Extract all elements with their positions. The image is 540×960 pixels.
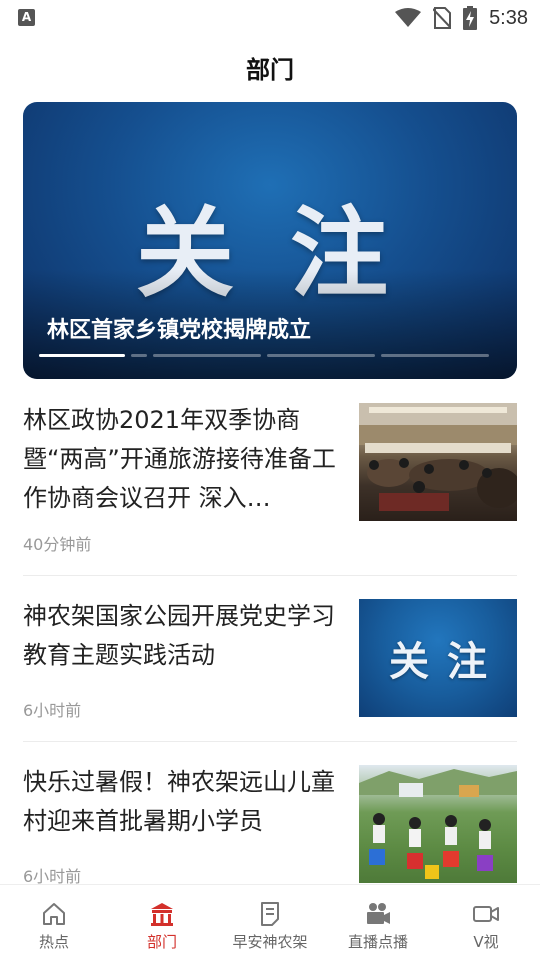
home-icon bbox=[43, 903, 65, 925]
document-icon bbox=[261, 902, 279, 926]
banner-caption: 林区首家乡镇党校揭牌成立 bbox=[47, 318, 312, 343]
nav-item-hot[interactable]: 热点 bbox=[0, 885, 108, 960]
nav-item-vvideo[interactable]: V视 bbox=[432, 885, 540, 960]
nav-item-live[interactable]: 直播点播 bbox=[324, 885, 432, 960]
news-thumbnail bbox=[359, 403, 517, 521]
news-thumbnail bbox=[359, 765, 517, 883]
nav-label: 部门 bbox=[146, 933, 177, 951]
banner-dot bbox=[381, 354, 489, 357]
news-thumbnail: 关注 bbox=[359, 599, 517, 717]
banner-carousel[interactable]: 关注 林区首家乡镇党校揭牌成立 bbox=[23, 102, 517, 379]
news-title: 快乐过暑假！神农架远山儿童村迎来首批暑期小学员 bbox=[23, 768, 335, 835]
news-time: 6小时前 bbox=[23, 701, 82, 720]
status-icons: 5:38 bbox=[395, 6, 528, 30]
nav-item-department[interactable]: 部门 bbox=[108, 885, 216, 960]
page-title: 部门 bbox=[246, 56, 294, 84]
banner-indicator bbox=[39, 354, 489, 357]
outdoor-photo bbox=[359, 769, 517, 879]
video-camera-icon bbox=[367, 903, 390, 924]
banner-dot bbox=[153, 354, 261, 357]
news-title: 神农架国家公园开展党史学习教育主题实践活动 bbox=[23, 602, 335, 669]
nav-label: 直播点播 bbox=[347, 933, 408, 951]
banner-dot bbox=[267, 354, 375, 357]
banner-dot bbox=[39, 354, 125, 357]
divider bbox=[23, 575, 517, 576]
video-icon bbox=[473, 906, 499, 922]
battery-charging-icon bbox=[463, 6, 478, 30]
wifi-icon bbox=[395, 8, 422, 27]
banner-dot bbox=[131, 354, 147, 357]
nav-label: 早安神农架 bbox=[232, 933, 308, 951]
nav-label: V视 bbox=[473, 933, 499, 951]
news-item[interactable]: 神农架国家公园开展党史学习教育主题实践活动 6小时前 关注 bbox=[0, 597, 540, 763]
divider bbox=[23, 741, 517, 742]
status-time: 5:38 bbox=[489, 6, 528, 29]
nav-label: 热点 bbox=[38, 933, 69, 951]
meeting-photo bbox=[359, 403, 517, 511]
thumbnail-text: 关注 bbox=[389, 639, 505, 685]
news-title: 林区政协2021年双季协商暨“两高”开通旅游接待准备工作协商会议召开 深入… bbox=[23, 406, 336, 512]
notification-icon: A bbox=[18, 9, 35, 26]
news-time: 40分钟前 bbox=[23, 535, 92, 554]
bottom-nav: 热点 部门 早安神农架 直播点播 V视 bbox=[0, 884, 540, 960]
no-sim-icon bbox=[433, 7, 452, 29]
status-bar: A 5:38 bbox=[0, 0, 540, 36]
nav-item-morning[interactable]: 早安神农架 bbox=[216, 885, 324, 960]
building-icon bbox=[151, 903, 173, 926]
news-item[interactable]: 林区政协2021年双季协商暨“两高”开通旅游接待准备工作协商会议召开 深入… 4… bbox=[0, 401, 540, 567]
page-header: 部门 bbox=[0, 48, 540, 92]
